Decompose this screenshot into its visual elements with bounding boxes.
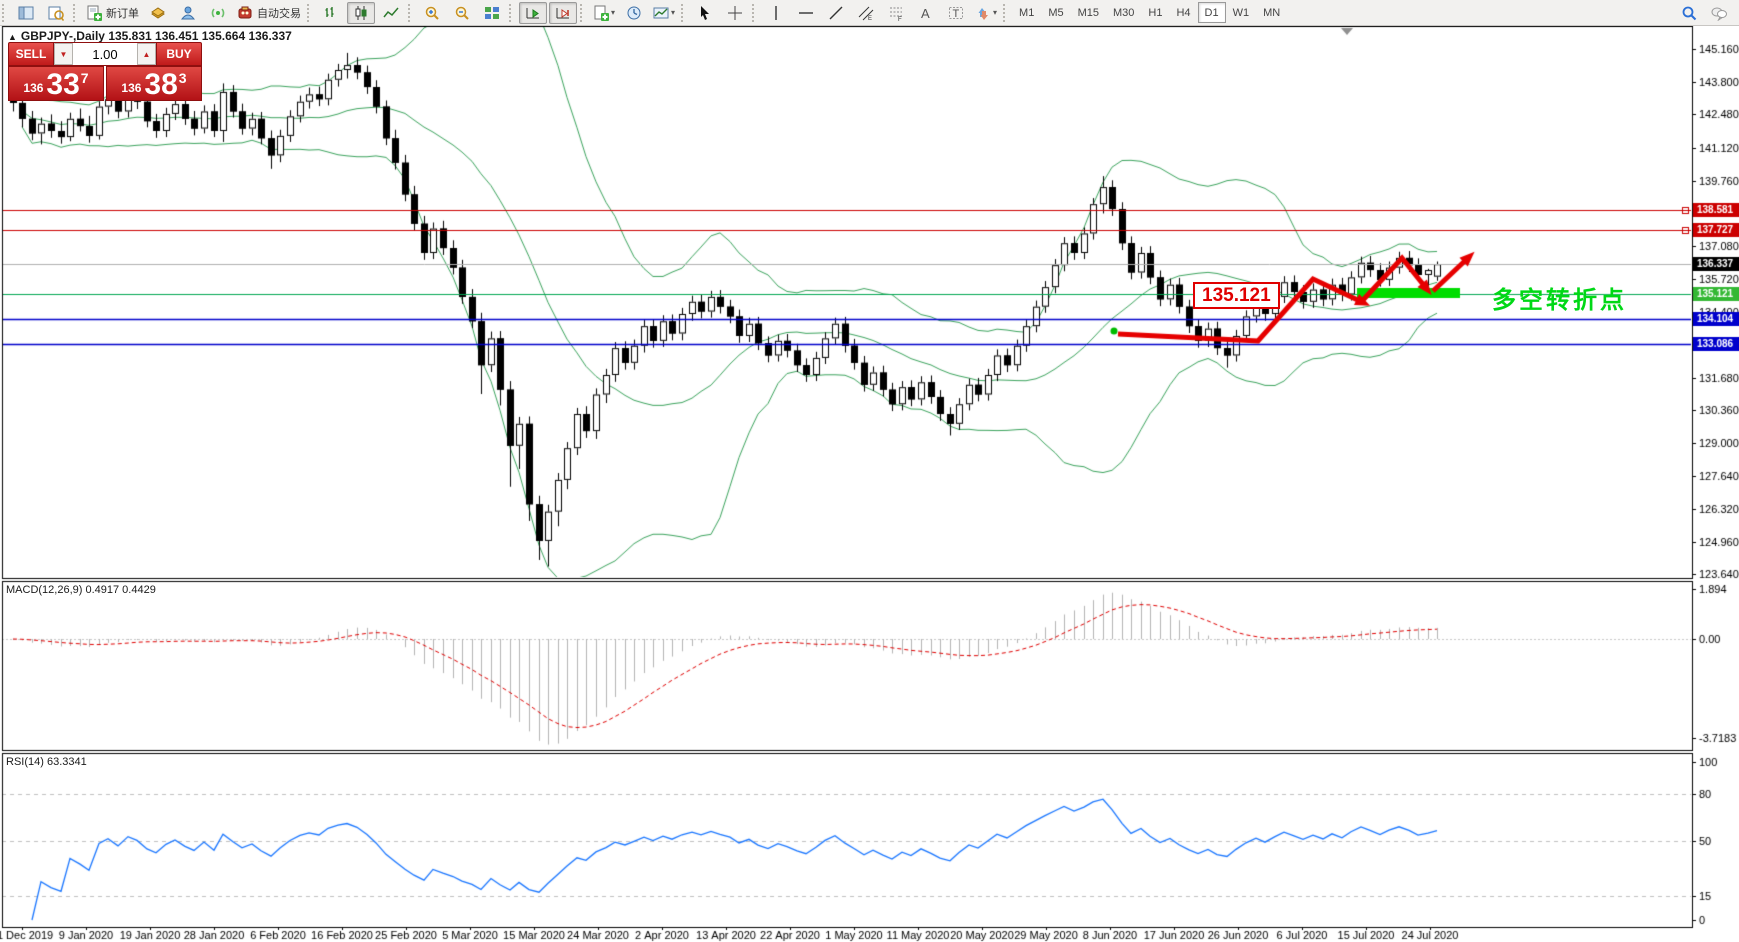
templates-button[interactable]: ▾ (650, 2, 678, 24)
svg-text:T: T (953, 8, 960, 20)
timeframe-bar: M1 M5 M15 M30 H1 H4 D1 W1 MN (1012, 2, 1287, 23)
toolbar-grip[interactable] (73, 4, 80, 22)
tab-timeframe-mn[interactable]: MN (1256, 2, 1287, 23)
metaeditor-button[interactable] (144, 2, 172, 24)
autotrading-button[interactable]: 自动交易 (234, 2, 304, 24)
dropdown-arrow-icon: ▾ (671, 8, 675, 17)
tab-timeframe-m5[interactable]: M5 (1041, 2, 1070, 23)
toolbar-grip[interactable] (2, 4, 9, 22)
search-button[interactable] (1675, 2, 1703, 24)
toolbar-grip[interactable] (408, 4, 415, 22)
toolbar-grip[interactable] (681, 4, 688, 22)
signals-button[interactable] (204, 2, 232, 24)
toolbar-grip[interactable] (580, 4, 587, 22)
tab-timeframe-m1[interactable]: M1 (1012, 2, 1041, 23)
zoom-in-button[interactable] (418, 2, 446, 24)
dropdown-arrow-icon: ▾ (993, 8, 997, 17)
trendline-button[interactable] (822, 2, 850, 24)
fibonacci-button[interactable]: F (882, 2, 910, 24)
buy-price-main: 38 (144, 72, 177, 98)
one-click-trading-panel: SELL ▼ ▲ BUY 136 33 7 136 38 3 (8, 42, 202, 101)
tab-timeframe-m30[interactable]: M30 (1106, 2, 1141, 23)
toolbar-grip[interactable] (509, 4, 516, 22)
svg-text:A: A (921, 6, 930, 21)
new-order-label: 新订单 (106, 5, 139, 21)
zoom-out-button[interactable] (448, 2, 476, 24)
chart-canvas[interactable] (0, 0, 1739, 942)
turning-point-annotation[interactable]: 多空转折点 (1492, 280, 1627, 315)
text-label-button[interactable]: T (942, 2, 970, 24)
sell-price-pip: 7 (81, 70, 89, 86)
new-order-button[interactable]: 新订单 (83, 2, 142, 24)
sell-price-prefix: 136 (23, 81, 43, 95)
arrows-tool-button[interactable]: ▾ (972, 2, 1000, 24)
auto-scroll-button[interactable] (519, 2, 547, 24)
symbol-title: GBPJPY-,Daily (21, 29, 105, 43)
svg-text:E: E (868, 16, 872, 21)
profiles-button[interactable] (620, 2, 648, 24)
volume-spinner: ▼ ▲ (54, 42, 156, 66)
tab-timeframe-w1[interactable]: W1 (1226, 2, 1257, 23)
sell-price-main: 33 (46, 72, 79, 98)
cursor-button[interactable] (691, 2, 719, 24)
tab-timeframe-m15[interactable]: M15 (1071, 2, 1106, 23)
tab-timeframe-h4[interactable]: H4 (1169, 2, 1197, 23)
text-button[interactable]: A (912, 2, 940, 24)
crosshair-button[interactable] (721, 2, 749, 24)
volume-input[interactable] (73, 43, 137, 65)
sell-price-display[interactable]: 136 33 7 (8, 66, 104, 101)
tab-timeframe-d1[interactable]: D1 (1198, 2, 1226, 23)
new-chart-button[interactable]: ▾ (590, 2, 618, 24)
bar-chart-button[interactable] (317, 2, 345, 24)
autotrading-label: 自动交易 (257, 5, 301, 21)
collapse-panel-icon[interactable]: ▲ (8, 32, 17, 42)
toolbar-grip[interactable] (1003, 4, 1010, 22)
ohlc-readout: 135.831 136.451 135.664 136.337 (108, 29, 292, 43)
buy-price-pip: 3 (179, 70, 187, 86)
price-level-callout[interactable]: 135.121 (1193, 282, 1280, 309)
rsi-indicator-label: RSI(14) 63.3341 (6, 756, 87, 768)
horizontal-line-button[interactable] (792, 2, 820, 24)
line-chart-button[interactable] (377, 2, 405, 24)
community-button[interactable] (174, 2, 202, 24)
equidistant-channel-button[interactable]: E (852, 2, 880, 24)
buy-price-display[interactable]: 136 38 3 (106, 66, 202, 101)
chart-header: ▲ GBPJPY-,Daily 135.831 136.451 135.664 1… (8, 29, 292, 43)
charts-bar-button[interactable] (12, 2, 40, 24)
candlestick-chart-button[interactable] (347, 2, 375, 24)
chat-button[interactable] (1705, 2, 1733, 24)
buy-button[interactable]: BUY (156, 42, 202, 66)
volume-decrease-button[interactable]: ▼ (54, 43, 73, 65)
toolbar-grip[interactable] (752, 4, 759, 22)
svg-text:F: F (898, 17, 902, 21)
tile-windows-button[interactable] (478, 2, 506, 24)
buy-price-prefix: 136 (121, 81, 141, 95)
mt4-window: { "toolbar": { "new_order_label": "新订单",… (0, 0, 1739, 942)
main-toolbar: 新订单 自动交易 ▾ ▾ E F A T ▾ M1 M5 M15 M30 H1 … (0, 0, 1739, 26)
sell-button[interactable]: SELL (8, 42, 54, 66)
vertical-line-button[interactable] (762, 2, 790, 24)
volume-increase-button[interactable]: ▲ (137, 43, 156, 65)
dropdown-arrow-icon: ▾ (611, 8, 615, 17)
data-window-button[interactable] (42, 2, 70, 24)
toolbar-grip[interactable] (307, 4, 314, 22)
macd-indicator-label: MACD(12,26,9) 0.4917 0.4429 (6, 584, 156, 596)
chart-shift-button[interactable] (549, 2, 577, 24)
tab-timeframe-h1[interactable]: H1 (1141, 2, 1169, 23)
